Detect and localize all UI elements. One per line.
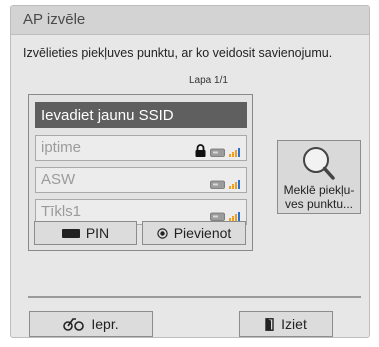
- pin-button-label: PIN: [85, 225, 110, 241]
- network-label: Tīkls1: [41, 203, 82, 220]
- exit-button[interactable]: Iziet: [239, 311, 333, 337]
- network-item-new-ssid[interactable]: Ievadiet jaunu SSID: [35, 102, 247, 128]
- network-item-asw[interactable]: ASW: [35, 167, 247, 193]
- dialog-title: AP izvēle: [23, 11, 86, 28]
- exit-button-label: Iziet: [281, 316, 307, 332]
- ok-circle-icon: [157, 227, 168, 239]
- title-bar: AP izvēle: [11, 6, 369, 35]
- search-label-line1: Meklē piekļu-: [283, 183, 355, 197]
- router-icon: [210, 180, 225, 189]
- magnifier-icon: [303, 147, 335, 180]
- signal-icon: [229, 180, 240, 189]
- back-button[interactable]: Iepr.: [29, 311, 153, 337]
- network-label: iptime: [41, 139, 82, 156]
- signal-icon: [229, 212, 240, 221]
- search-ap-label: Meklē piekļu- ves punktu...: [278, 183, 360, 211]
- network-item-iptime[interactable]: iptime: [35, 135, 247, 161]
- connect-button-label: Pievienot: [173, 225, 232, 241]
- back-button-label: Iepr.: [91, 316, 119, 332]
- page-indicator: Lapa 1/1: [189, 75, 228, 86]
- network-status-icons: [210, 207, 240, 221]
- router-icon: [210, 148, 225, 157]
- network-status-icons: [195, 143, 240, 157]
- red-key-icon: [61, 228, 80, 238]
- pin-button[interactable]: PIN: [34, 221, 137, 245]
- connect-button[interactable]: Pievienot: [142, 221, 246, 245]
- footer-divider: [28, 296, 361, 298]
- search-ap-button[interactable]: Meklē piekļu- ves punktu...: [277, 140, 361, 214]
- back-arrow-icon: [63, 318, 85, 331]
- network-label: Ievadiet jaunu SSID: [41, 107, 174, 124]
- ap-selection-dialog: AP izvēle Izvēlieties piekļuves punktu, …: [10, 5, 370, 338]
- search-label-line2: ves punktu...: [284, 197, 354, 211]
- exit-door-icon: [265, 317, 274, 331]
- instruction-text: Izvēlieties piekļuves punktu, ar ko veid…: [23, 46, 333, 60]
- network-label: ASW: [41, 171, 76, 188]
- signal-icon: [229, 148, 240, 157]
- lock-icon: [195, 144, 206, 157]
- network-status-icons: [210, 175, 240, 189]
- router-icon: [210, 212, 225, 221]
